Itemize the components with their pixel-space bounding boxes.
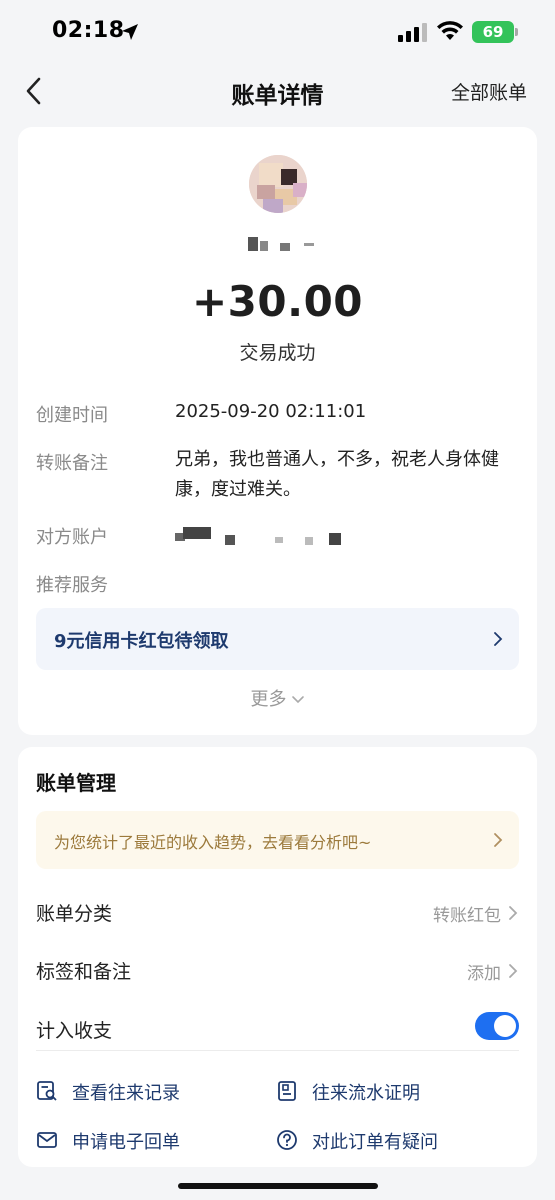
transaction-amount: +30.00 <box>191 277 364 326</box>
divider <box>36 1050 519 1051</box>
tags-notes-value: 添加 <box>467 964 501 984</box>
battery-nub <box>515 28 518 36</box>
location-arrow-icon <box>122 24 138 40</box>
income-trend-tip[interactable]: 为您统计了最近的收入趋势，去看看分析吧~ <box>36 811 519 869</box>
created-time-label: 创建时间 <box>36 405 108 426</box>
chevron-right-icon <box>509 964 518 978</box>
include-in-stats-row: 计入收支 <box>36 1010 519 1050</box>
toggle-knob <box>494 1015 516 1037</box>
cellular-signal-icon <box>398 23 427 42</box>
question-circle-icon <box>277 1130 297 1150</box>
chevron-right-icon <box>509 906 518 920</box>
promo-text: 9元信用卡红包待领取 <box>54 631 229 652</box>
include-in-stats-toggle[interactable] <box>475 1012 519 1040</box>
statement-doc-icon <box>278 1081 296 1101</box>
view-records-button[interactable]: 查看往来记录 <box>36 1077 236 1107</box>
payer-name-redacted <box>244 235 324 253</box>
section-title: 账单管理 <box>36 771 116 795</box>
trend-tip-text: 为您统计了最近的收入趋势，去看看分析吧~ <box>54 833 372 852</box>
include-in-stats-label: 计入收支 <box>36 1020 113 1042</box>
mail-icon <box>37 1132 57 1148</box>
avatar <box>249 155 307 213</box>
statement-proof-label: 往来流水证明 <box>312 1083 420 1104</box>
transaction-card: +30.00 交易成功 创建时间 2025-09-20 02:11:01 转账备… <box>18 127 537 735</box>
bill-category-value: 转账红包 <box>433 906 501 926</box>
recommended-services-label: 推荐服务 <box>36 575 108 596</box>
order-question-button[interactable]: 对此订单有疑问 <box>276 1126 476 1156</box>
tags-notes-row[interactable]: 标签和备注 添加 <box>36 951 519 991</box>
chevron-right-icon <box>494 833 503 847</box>
home-indicator <box>178 1183 378 1189</box>
bill-category-label: 账单分类 <box>36 903 113 925</box>
created-time-value: 2025-09-20 02:11:01 <box>175 401 367 422</box>
chevron-right-icon <box>494 632 503 646</box>
counterparty-account-label: 对方账户 <box>36 527 108 548</box>
bill-category-row[interactable]: 账单分类 转账红包 <box>36 893 519 933</box>
battery-indicator: 69 <box>472 21 514 43</box>
status-time: 02:18 <box>52 18 125 43</box>
nav-bar: 账单详情 全部账单 <box>0 66 555 116</box>
order-question-label: 对此订单有疑问 <box>312 1132 438 1153</box>
counterparty-account-redacted <box>175 527 345 547</box>
status-bar: 02:18 69 <box>0 0 555 66</box>
request-receipt-label: 申请电子回单 <box>72 1132 180 1153</box>
more-label: 更多 <box>250 689 287 710</box>
transaction-status: 交易成功 <box>239 342 316 364</box>
more-button[interactable]: 更多 <box>18 685 537 711</box>
transfer-note-label: 转账备注 <box>36 453 108 474</box>
view-records-label: 查看往来记录 <box>72 1083 180 1104</box>
chevron-down-icon <box>291 696 304 704</box>
wifi-icon <box>437 21 463 40</box>
bill-management-card: 账单管理 为您统计了最近的收入趋势，去看看分析吧~ 账单分类 转账红包 标签和备… <box>18 747 537 1167</box>
all-bills-link[interactable]: 全部账单 <box>451 78 527 105</box>
transfer-note-value: 兄弟，我也普通人，不多，祝老人身体健康，度过难关。 <box>175 449 499 500</box>
statement-proof-button[interactable]: 往来流水证明 <box>276 1077 476 1107</box>
record-search-icon <box>37 1081 57 1101</box>
credit-card-promo-banner[interactable]: 9元信用卡红包待领取 <box>36 608 519 670</box>
request-receipt-button[interactable]: 申请电子回单 <box>36 1126 236 1156</box>
tags-notes-label: 标签和备注 <box>36 961 132 983</box>
